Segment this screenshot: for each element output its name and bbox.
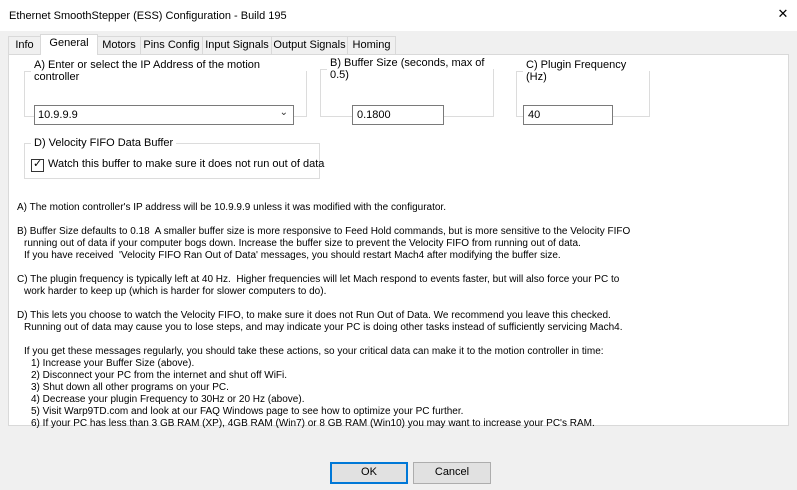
tab-output-signals[interactable]: Output Signals xyxy=(271,36,348,54)
buffer-size-group: B) Buffer Size (seconds, max of 0.5) 0.1… xyxy=(320,57,494,125)
help-c2: work harder to keep up (which is harder … xyxy=(24,286,327,297)
watch-buffer-checkbox[interactable]: ✓ xyxy=(31,158,44,172)
tab-motors[interactable]: Motors xyxy=(97,36,141,54)
help-d2: Running out of data may cause you to los… xyxy=(24,322,623,333)
help-e: If you get these messages regularly, you… xyxy=(24,346,604,357)
buffer-size-input[interactable]: 0.1800 xyxy=(352,105,444,125)
help-c1: C) The plugin frequency is typically lef… xyxy=(17,274,620,285)
help-b2: running out of data if your computer bog… xyxy=(24,238,581,249)
help-step: 1) Increase your Buffer Size (above). xyxy=(31,358,195,369)
ip-address-combo[interactable]: 10.9.9.9 ⌄ xyxy=(34,105,294,125)
ok-button[interactable]: OK xyxy=(330,462,408,484)
close-icon[interactable]: ✕ xyxy=(775,6,791,22)
title-bar: Ethernet SmoothStepper (ESS) Configurati… xyxy=(0,0,797,31)
buffer-size-legend: B) Buffer Size (seconds, max of 0.5) xyxy=(330,57,485,81)
velocity-fifo-legend: D) Velocity FIFO Data Buffer xyxy=(34,137,174,149)
tab-input-signals[interactable]: Input Signals xyxy=(202,36,272,54)
velocity-fifo-group: D) Velocity FIFO Data Buffer ✓ Watch thi… xyxy=(24,137,324,179)
ip-address-legend: A) Enter or select the IP Address of the… xyxy=(34,59,261,83)
help-b3: If you have received 'Velocity FIFO Ran … xyxy=(24,250,561,261)
tab-pins-config[interactable]: Pins Config xyxy=(140,36,203,54)
help-step: 5) Visit Warp9TD.com and look at our FAQ… xyxy=(31,406,464,417)
help-step: 4) Decrease your plugin Frequency to 30H… xyxy=(31,394,305,405)
cancel-button[interactable]: Cancel xyxy=(413,462,491,484)
tab-info[interactable]: Info xyxy=(8,36,41,54)
ip-address-group: A) Enter or select the IP Address of the… xyxy=(24,59,307,125)
help-b1: B) Buffer Size defaults to 0.18 A smalle… xyxy=(17,226,631,237)
help-a: A) The motion controller's IP address wi… xyxy=(17,202,446,213)
plugin-frequency-input[interactable]: 40 xyxy=(523,105,613,125)
help-step: 3) Shut down all other programs on your … xyxy=(31,382,229,393)
watch-buffer-label: Watch this buffer to make sure it does n… xyxy=(48,158,325,170)
plugin-frequency-value: 40 xyxy=(528,109,541,121)
chevron-down-icon[interactable]: ⌄ xyxy=(280,107,288,118)
help-step: 6) If your PC has less than 3 GB RAM (XP… xyxy=(31,418,595,429)
help-d1: D) This lets you choose to watch the Vel… xyxy=(17,310,611,321)
plugin-frequency-legend: C) Plugin Frequency (Hz) xyxy=(526,59,627,83)
help-step: 2) Disconnect your PC from the internet … xyxy=(31,370,288,381)
buffer-size-value: 0.1800 xyxy=(357,109,391,121)
window-title: Ethernet SmoothStepper (ESS) Configurati… xyxy=(9,10,287,22)
plugin-frequency-group: C) Plugin Frequency (Hz) 40 xyxy=(516,59,650,125)
check-icon: ✓ xyxy=(33,158,43,170)
tab-general[interactable]: General xyxy=(40,34,98,55)
tab-homing[interactable]: Homing xyxy=(347,36,396,54)
ip-address-value: 10.9.9.9 xyxy=(38,109,78,121)
general-panel: A) Enter or select the IP Address of the… xyxy=(8,54,789,429)
